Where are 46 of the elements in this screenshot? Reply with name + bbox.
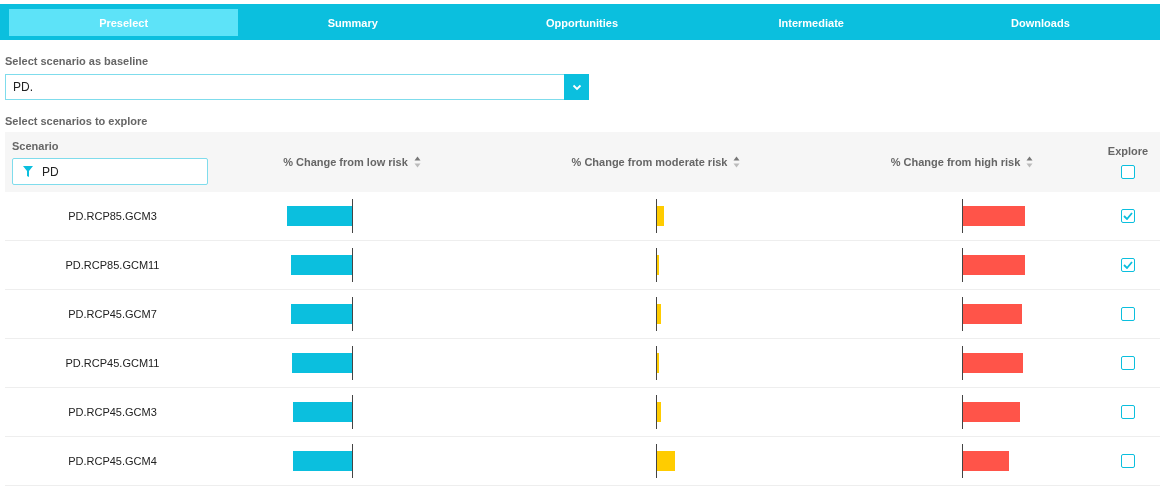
column-header: Explore <box>1107 145 1149 157</box>
checkbox[interactable] <box>1121 165 1135 179</box>
axis-line <box>961 346 963 380</box>
axis-line <box>961 395 963 429</box>
checkbox[interactable] <box>1121 356 1135 370</box>
table-cell-text: PD.RCP45.GCM7 <box>67 307 158 322</box>
checkbox[interactable] <box>1121 258 1135 272</box>
axis-line <box>655 444 657 478</box>
sort-icon <box>733 155 741 169</box>
axis-line <box>655 248 657 282</box>
axis-line <box>655 297 657 331</box>
axis-line <box>351 444 353 478</box>
column-header[interactable]: % Change from low risk <box>283 156 408 168</box>
baseline-dropdown[interactable]: PD. <box>5 74 589 100</box>
column-header: Scenario <box>12 140 59 152</box>
checkbox[interactable] <box>1121 454 1135 468</box>
section-label: Select scenarios to explore <box>5 115 149 127</box>
axis-line <box>961 297 963 331</box>
axis-line <box>655 346 657 380</box>
checkbox[interactable] <box>1121 405 1135 419</box>
sort-icon <box>413 155 421 169</box>
checkbox[interactable] <box>1121 209 1135 223</box>
sort-icon <box>1026 155 1034 169</box>
table-cell-text: PD.RCP85.GCM11 <box>64 258 161 273</box>
axis-line <box>961 444 963 478</box>
table-cell-text: PD.RCP45.GCM4 <box>67 454 158 469</box>
checkbox[interactable] <box>1121 307 1135 321</box>
axis-line <box>655 395 657 429</box>
filter-field[interactable]: PD <box>12 158 208 185</box>
column-header[interactable]: % Change from high risk <box>890 156 1021 168</box>
axis-line <box>351 346 353 380</box>
axis-line <box>351 395 353 429</box>
table-cell-text: PD.RCP45.GCM11 <box>64 356 161 371</box>
axis-line <box>351 297 353 331</box>
axis-line <box>655 199 657 233</box>
field-label: Select scenario as baseline <box>5 55 150 67</box>
column-header[interactable]: % Change from moderate risk <box>571 156 728 168</box>
table-cell-text: PD.RCP85.GCM3 <box>67 209 158 224</box>
filter-icon <box>23 166 33 177</box>
axis-line <box>351 248 353 282</box>
axis-line <box>961 248 963 282</box>
axis-line <box>961 199 963 233</box>
axis-line <box>351 199 353 233</box>
dropdown-button[interactable] <box>564 74 589 100</box>
chevron-down-icon <box>571 83 582 91</box>
table-cell-text: PD.RCP45.GCM3 <box>67 405 158 420</box>
